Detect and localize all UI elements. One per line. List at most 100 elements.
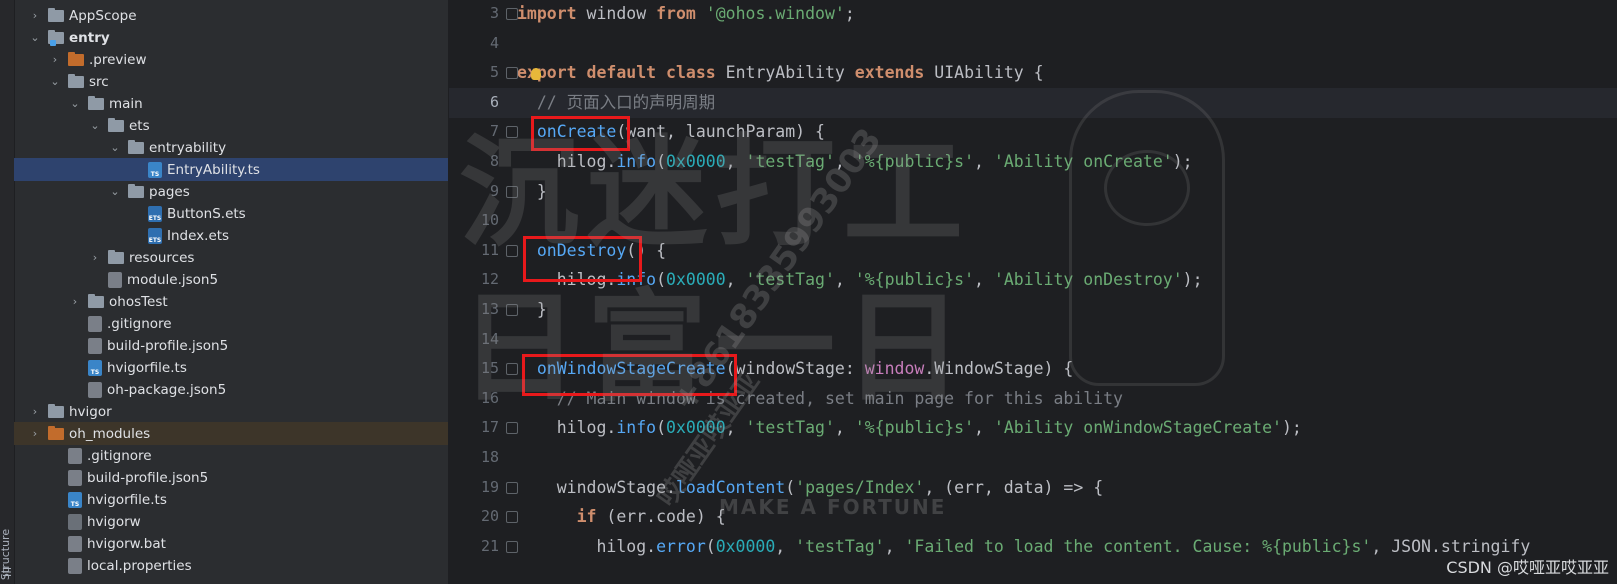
json-file-icon	[88, 381, 102, 398]
line-number: 4	[489, 33, 499, 52]
tree-item[interactable]: ⌄ main	[14, 92, 448, 115]
fold-marker-icon[interactable]	[506, 8, 518, 20]
json-file-icon	[68, 535, 82, 552]
fold-marker-icon[interactable]	[506, 540, 518, 553]
line-number: 19	[480, 477, 499, 496]
folder-icon	[128, 183, 144, 198]
code-line[interactable]: export default class EntryAbility extend…	[517, 58, 1044, 88]
line-number: 18	[480, 448, 499, 466]
tree-item[interactable]: ⌄ src	[14, 70, 448, 93]
tree-item-label: entry	[69, 29, 110, 46]
chevron-right-icon[interactable]: ›	[48, 53, 62, 66]
tree-item[interactable]: ⌄ ets	[14, 114, 448, 137]
tree-item[interactable]: › hvigor	[14, 400, 448, 423]
code-line[interactable]: if (err.code) {	[517, 502, 726, 532]
project-tree-panel: Structure ☰ › AppScope ⌄ entry › .preview ⌄ src…	[0, 0, 449, 584]
folder-icon	[108, 117, 124, 132]
folder-icon	[48, 29, 64, 46]
tree-item[interactable]: ⌄ entry	[14, 26, 448, 49]
tree-item-label: pages	[149, 183, 190, 200]
folder-icon	[68, 73, 84, 88]
tree-item-label: ButtonS.ets	[167, 205, 246, 222]
tree-item-label: build-profile.json5	[87, 469, 209, 486]
tree-item[interactable]: .gitignore	[14, 444, 448, 467]
tree-item[interactable]: local.properties	[14, 554, 448, 577]
tree-item[interactable]: › AppScope	[14, 4, 448, 27]
tree-item[interactable]: hvigorw.bat	[14, 532, 448, 555]
tree-item[interactable]: build-profile.json5	[14, 466, 448, 489]
code-line[interactable]: hilog.error(0x0000, 'testTag', 'Failed t…	[517, 532, 1530, 562]
line-number: 5	[489, 63, 499, 82]
json-file-icon	[68, 557, 82, 574]
tree-item-label: build-profile.json5	[107, 337, 229, 354]
fold-marker-icon[interactable]	[506, 67, 518, 80]
tree-item-label: oh-package.json5	[107, 381, 227, 398]
tree-item[interactable]: ⌄ entryability	[14, 136, 448, 159]
tree-item[interactable]: › .preview	[14, 48, 448, 71]
tree-item-label: hvigorw	[87, 513, 141, 530]
tree-item-label: module.json5	[127, 271, 219, 288]
tree-item-label: entryability	[149, 139, 227, 156]
tree-item-label: hvigor	[69, 403, 112, 420]
tree-item[interactable]: › resources	[14, 246, 448, 269]
sh-file-icon	[68, 513, 82, 530]
git-file-icon	[88, 315, 102, 332]
tree-item-label: local.properties	[87, 557, 192, 574]
chevron-down-icon[interactable]: ⌄	[48, 75, 62, 88]
tree-item[interactable]: ETS Index.ets	[14, 224, 448, 247]
tree-item-label: .preview	[89, 51, 147, 68]
tree-item[interactable]: ETS ButtonS.ets	[14, 202, 448, 225]
watermark-brand: MAKE A FORTUNE	[719, 495, 947, 519]
tree-item[interactable]: TS hvigorfile.ts	[14, 356, 448, 379]
json-file-icon	[88, 337, 102, 354]
chevron-right-icon[interactable]: ›	[28, 9, 42, 22]
watermark-big-line1: 沉迷打工	[459, 124, 971, 263]
tree-item-label: hvigorw.bat	[87, 535, 166, 552]
tree-item[interactable]: build-profile.json5	[14, 334, 448, 357]
ets-file-icon: ETS	[148, 227, 162, 244]
watermark-cat-illustration	[1069, 90, 1225, 386]
tree-item[interactable]: ⌄ pages	[14, 180, 448, 203]
tree-item[interactable]: oh-package.json5	[14, 378, 448, 401]
watermark-cat-face	[1104, 150, 1190, 226]
chevron-right-icon[interactable]: ›	[28, 427, 42, 440]
ts-file-icon: TS	[68, 491, 82, 508]
chevron-right-icon[interactable]: ›	[68, 295, 82, 308]
tree-item[interactable]: TS hvigorfile.ts	[14, 488, 448, 511]
tree-item[interactable]: .gitignore	[14, 312, 448, 335]
folder-icon	[128, 139, 144, 154]
git-file-icon	[68, 447, 82, 464]
tree-item[interactable]: hvigorw	[14, 510, 448, 533]
line-number: 21	[480, 536, 499, 555]
code-line[interactable]: import window from '@ohos.window';	[517, 0, 855, 29]
side-tool-stripe: Structure ☰	[0, 0, 15, 584]
tree-item-label: hvigorfile.ts	[87, 491, 167, 508]
tree-item-label: .gitignore	[87, 447, 152, 464]
tree-item[interactable]: TS EntryAbility.ts	[14, 158, 448, 181]
structure-icon[interactable]: ☰	[2, 566, 12, 579]
tree-item-label: ets	[129, 117, 150, 134]
chevron-down-icon[interactable]: ⌄	[108, 185, 122, 198]
code-editor[interactable]: 3 import window from '@ohos.window'; 4 5 exp…	[449, 0, 1617, 584]
tree-item-label: Index.ets	[167, 227, 230, 244]
chevron-right-icon[interactable]: ›	[88, 251, 102, 264]
fold-marker-icon[interactable]	[506, 422, 518, 435]
tree-item[interactable]: › ohosTest	[14, 290, 448, 313]
intention-bulb-icon[interactable]	[531, 68, 541, 80]
chevron-down-icon[interactable]: ⌄	[68, 97, 82, 110]
folder-icon	[108, 249, 124, 264]
chevron-right-icon[interactable]: ›	[28, 405, 42, 418]
tree-item[interactable]: › oh_modules	[14, 422, 448, 445]
fold-marker-icon[interactable]	[506, 481, 518, 494]
tree-item-label: AppScope	[69, 7, 137, 24]
tree-item-label: hvigorfile.ts	[107, 359, 187, 376]
chevron-down-icon[interactable]: ⌄	[88, 119, 102, 132]
tree-item-label: EntryAbility.ts	[167, 161, 260, 178]
fold-marker-icon[interactable]	[506, 511, 518, 524]
folder-icon	[48, 425, 64, 440]
chevron-down-icon[interactable]: ⌄	[28, 31, 42, 44]
chevron-down-icon[interactable]: ⌄	[108, 141, 122, 154]
tree-item[interactable]: module.json5	[14, 268, 448, 291]
ts-file-icon: TS	[88, 359, 102, 376]
tree-item-label: ohosTest	[109, 293, 168, 310]
